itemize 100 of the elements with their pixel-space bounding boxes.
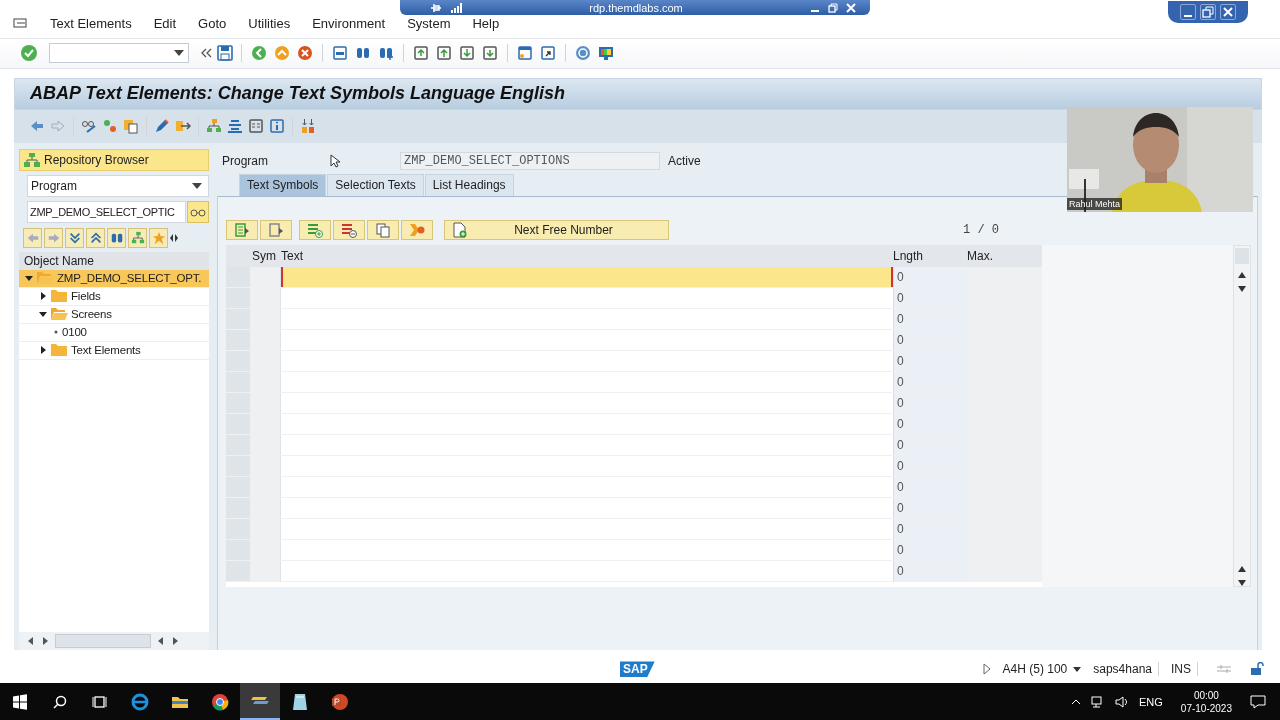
- collapse-all-button[interactable]: [86, 227, 105, 248]
- input-language[interactable]: ENG: [1139, 695, 1163, 708]
- menu-item[interactable]: Goto: [187, 16, 238, 32]
- expander-icon[interactable]: [39, 346, 47, 355]
- expand-all-button[interactable]: [65, 227, 84, 248]
- dropdown-arrow-icon: [192, 182, 202, 189]
- table-cell: 0: [893, 518, 967, 539]
- menu-item[interactable]: Utilities: [237, 16, 302, 32]
- star-icon: [151, 230, 166, 245]
- network-icon[interactable]: [1091, 695, 1105, 708]
- collapse-icon[interactable]: [200, 47, 212, 60]
- tree-item[interactable]: 0100: [19, 323, 209, 342]
- text-input-field[interactable]: [281, 350, 893, 371]
- vertical-scrollbar[interactable]: [1233, 244, 1251, 587]
- menu-item[interactable]: Help: [461, 16, 511, 32]
- text-input-field[interactable]: [281, 308, 893, 329]
- find-button[interactable]: [107, 227, 126, 248]
- object-type-dropdown[interactable]: Program: [27, 174, 209, 197]
- repository-browser-button[interactable]: Repository Browser: [19, 148, 209, 171]
- menu-item[interactable]: Edit: [142, 16, 188, 32]
- help-icon: [575, 45, 591, 62]
- minimize-icon[interactable]: [1180, 4, 1196, 20]
- menu-item[interactable]: Environment: [301, 16, 397, 32]
- play-icon[interactable]: [982, 663, 991, 676]
- volume-icon[interactable]: [1115, 695, 1129, 708]
- text-input-field[interactable]: [281, 392, 893, 413]
- scroll-up-icon[interactable]: [1238, 271, 1246, 278]
- column-header: Object Name: [19, 251, 209, 270]
- transfer-icon: [409, 221, 425, 238]
- scroll-down-icon[interactable]: [1238, 579, 1246, 586]
- dropdown-arrow-icon[interactable]: [1073, 666, 1082, 672]
- insert-row-button[interactable]: [299, 219, 331, 240]
- table-cell: 0: [893, 287, 967, 308]
- restore-icon[interactable]: [1200, 4, 1216, 20]
- tree-item[interactable]: Text Elements: [19, 341, 209, 360]
- hierarchy-button[interactable]: [128, 227, 147, 248]
- glasses-icon[interactable]: [187, 200, 209, 223]
- notification-icon[interactable]: [1250, 694, 1266, 709]
- enter-icon[interactable]: [20, 44, 38, 63]
- pin-icon[interactable]: [430, 2, 442, 13]
- text-input-field[interactable]: [281, 413, 893, 434]
- tree-item[interactable]: Screens: [19, 305, 209, 324]
- expander-icon[interactable]: [39, 292, 47, 301]
- chevron-up-icon[interactable]: [1071, 698, 1081, 705]
- star-button[interactable]: [149, 227, 168, 248]
- delete-row-button[interactable]: [333, 219, 365, 240]
- scroll-right-icon[interactable]: [171, 637, 179, 646]
- expander-icon[interactable]: [25, 274, 33, 283]
- scroll-down-icon[interactable]: [1238, 285, 1246, 292]
- menu-item[interactable]: Text Elements: [39, 16, 143, 32]
- dropdown-arrow-icon[interactable]: [174, 50, 184, 57]
- copy-button[interactable]: [367, 219, 399, 240]
- clock[interactable]: 00:00 07-10-2023: [1180, 688, 1232, 715]
- scroll-thumb[interactable]: [55, 634, 151, 649]
- command-field[interactable]: [49, 43, 189, 64]
- text-input-field[interactable]: [281, 266, 893, 287]
- hierarchy-icon: [24, 152, 40, 167]
- forward-arrow-button[interactable]: [44, 227, 63, 248]
- text-input-field[interactable]: [281, 560, 893, 581]
- text-input-field[interactable]: [281, 455, 893, 476]
- next-free-number-button[interactable]: Next Free Number: [444, 219, 669, 240]
- menu-icon[interactable]: [13, 17, 27, 30]
- glasses-pencil-icon: [81, 118, 97, 135]
- text-input-field[interactable]: [281, 434, 893, 455]
- table-cell: 0: [893, 455, 967, 476]
- text-input-field[interactable]: [281, 329, 893, 350]
- horizontal-scrollbar[interactable]: [19, 632, 209, 651]
- tab[interactable]: Text Symbols: [239, 173, 327, 196]
- text-input-field[interactable]: [281, 518, 893, 539]
- details-button[interactable]: [226, 219, 258, 240]
- column-header: Max.: [967, 244, 1042, 267]
- scroll-left-icon[interactable]: [27, 637, 35, 646]
- sort-icon: [300, 118, 316, 135]
- text-input-field[interactable]: [281, 287, 893, 308]
- save-icon[interactable]: [217, 45, 233, 62]
- scroll-arrows-icon[interactable]: [170, 232, 178, 243]
- object-name-field[interactable]: ZMP_DEMO_SELECT_OPTIC: [27, 200, 186, 223]
- expander-icon[interactable]: [39, 310, 47, 319]
- column-header: Sym: [250, 244, 281, 267]
- scroll-right-icon[interactable]: [41, 637, 49, 646]
- text-input-field[interactable]: [281, 497, 893, 518]
- menu-item[interactable]: System: [396, 16, 462, 32]
- start-icon: [12, 693, 28, 710]
- tree-item[interactable]: Fields: [19, 287, 209, 306]
- transfer-button[interactable]: [401, 219, 433, 240]
- scroll-left-icon[interactable]: [157, 637, 165, 646]
- close-icon[interactable]: [1220, 4, 1236, 20]
- scroll-up-icon[interactable]: [1238, 565, 1246, 572]
- text-input-field[interactable]: [281, 371, 893, 392]
- system-info-dropdown[interactable]: A4H (5) 100: [996, 662, 1068, 677]
- table-cell: 0: [893, 476, 967, 497]
- taskbar-button[interactable]: [240, 683, 280, 720]
- text-input-field[interactable]: [281, 476, 893, 497]
- back-arrow-button[interactable]: [23, 227, 42, 248]
- tab[interactable]: List Headings: [424, 173, 514, 196]
- restore-icon[interactable]: [828, 2, 838, 13]
- tab[interactable]: Selection Texts: [327, 173, 424, 196]
- last-page-icon: [482, 45, 498, 62]
- details-button[interactable]: [260, 219, 292, 240]
- text-input-field[interactable]: [281, 539, 893, 560]
